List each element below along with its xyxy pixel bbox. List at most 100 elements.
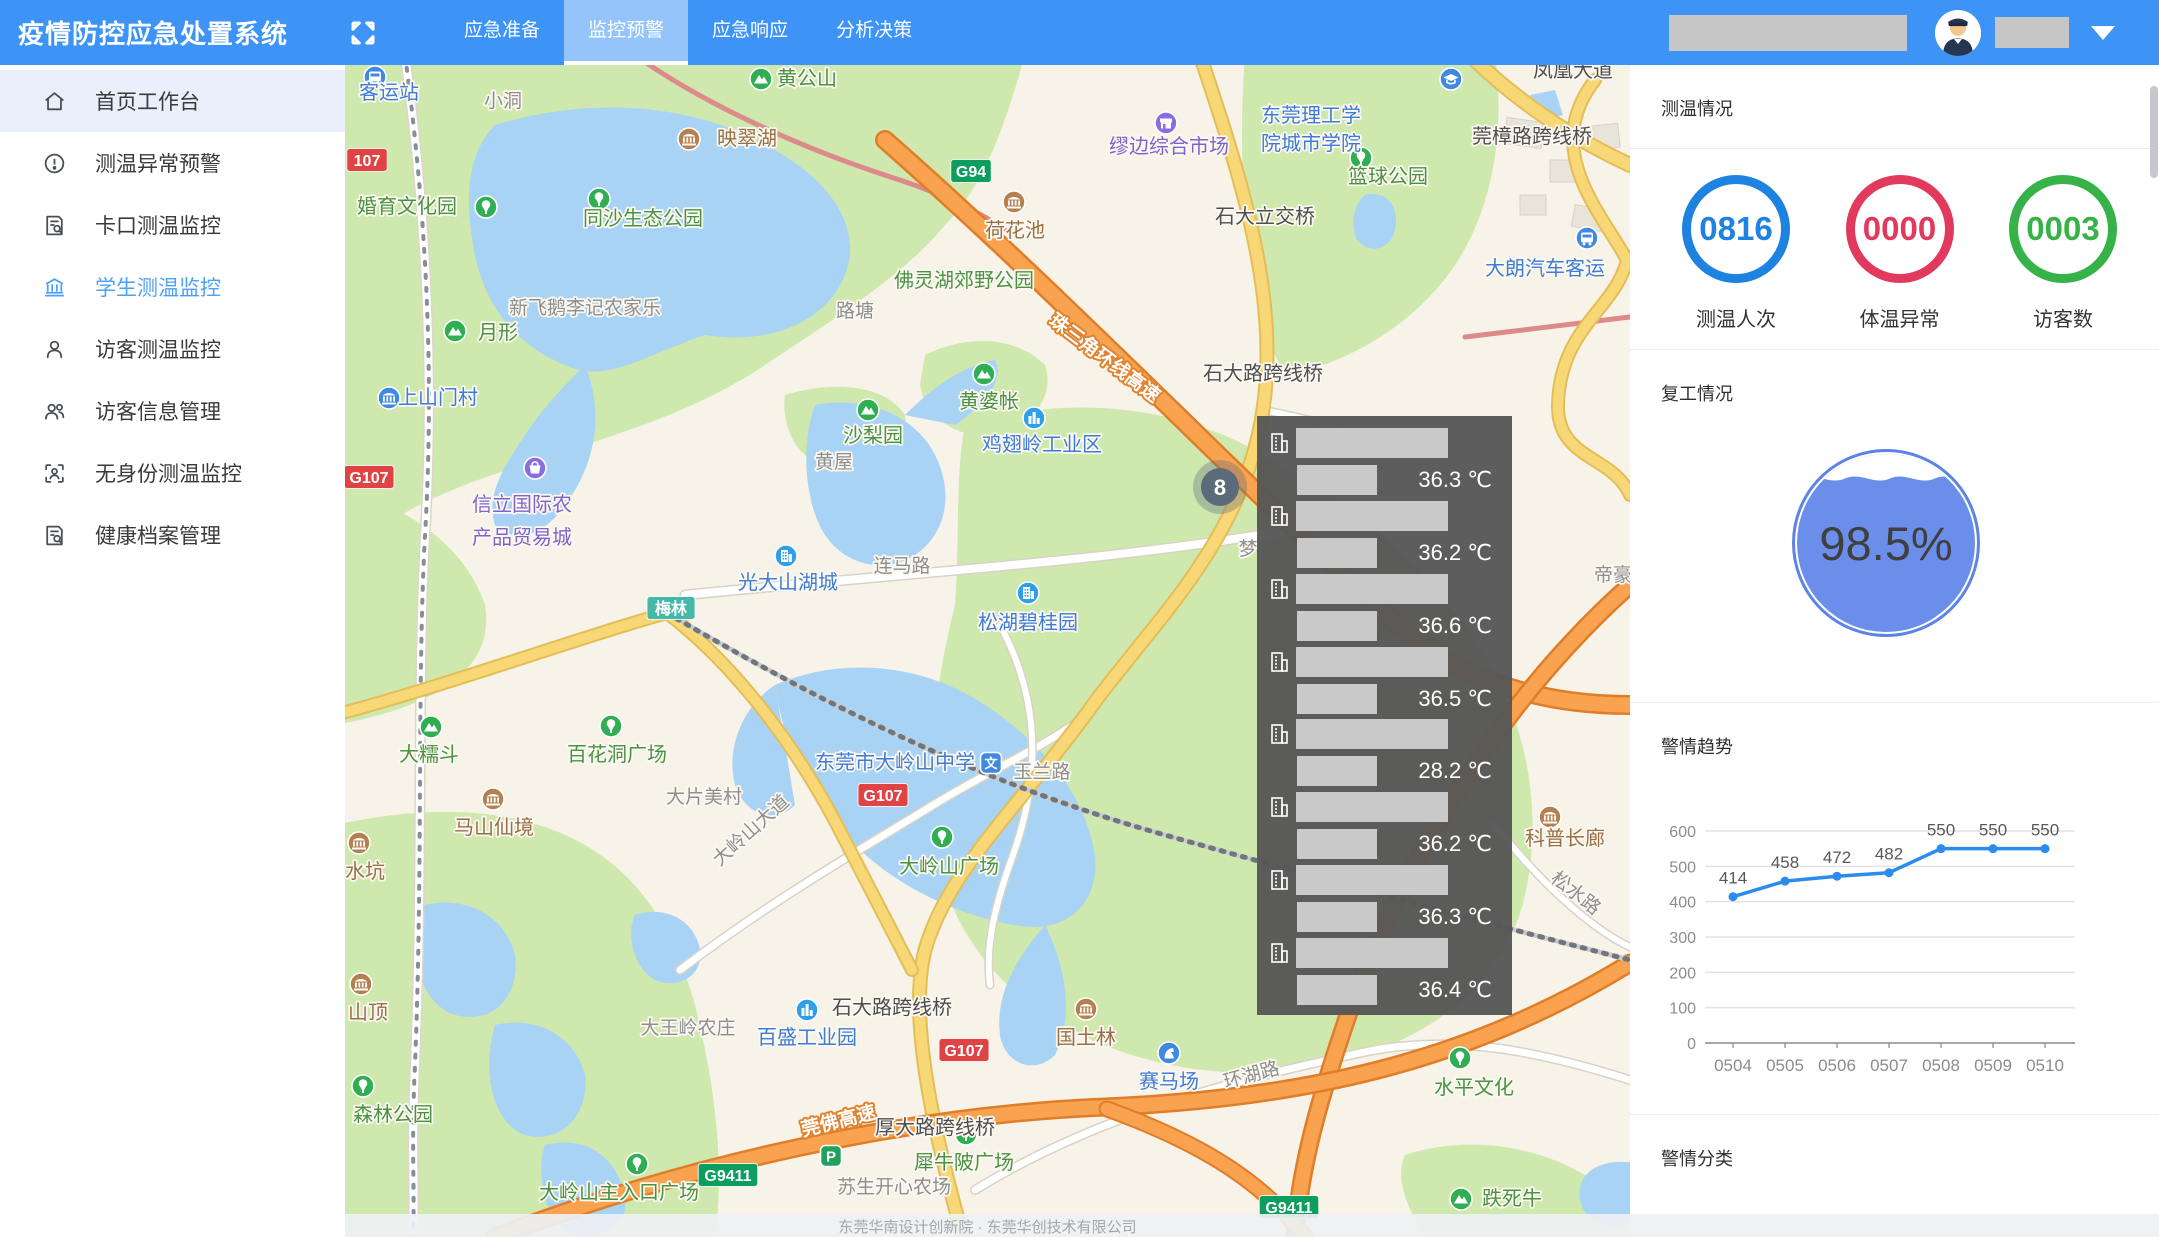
sidebar-item-label: 首页工作台 <box>95 86 200 116</box>
temperature-tooltip: 36.3 ℃36.2 ℃36.6 ℃36.5 ℃28.2 ℃36.2 ℃36.3… <box>1257 416 1512 1015</box>
cap-map-icon <box>1440 68 1462 90</box>
redacted-name-bar <box>1296 938 1448 968</box>
svg-text:G107: G107 <box>944 1043 983 1060</box>
svg-text:梅林: 梅林 <box>655 599 687 618</box>
svg-text:482: 482 <box>1875 845 1903 864</box>
tooltip-row: 36.6 ℃ <box>1269 574 1500 641</box>
footer: 东莞华南设计创新院 · 东莞华创技术有限公司 <box>345 1214 2159 1237</box>
map-label: 同沙生态公园 <box>583 207 703 230</box>
bank-map-icon <box>378 387 400 409</box>
svg-text:458: 458 <box>1771 853 1799 872</box>
map-label: 荷花池 <box>985 219 1045 242</box>
map-label: 大糯斗 <box>399 743 459 766</box>
svg-text:0510: 0510 <box>2026 1056 2064 1075</box>
redacted-value-bar <box>1297 975 1377 1005</box>
map-label: 东莞市大岭山中学 <box>815 751 975 774</box>
building-icon <box>1269 504 1290 528</box>
cluster-marker[interactable]: 8 <box>1193 460 1247 514</box>
redacted-value-bar <box>1297 684 1377 714</box>
mtn-map-icon <box>444 320 466 342</box>
tooltip-row: 36.5 ℃ <box>1269 647 1500 714</box>
temperature-value: 36.2 ℃ <box>1418 540 1500 566</box>
user-dropdown-caret-icon[interactable] <box>2091 26 2115 40</box>
wen-map-icon <box>981 753 1002 774</box>
map-label: 光大山湖城 <box>738 571 838 594</box>
map-label: 大片美村 <box>666 786 742 808</box>
temperature-value: 28.2 ℃ <box>1418 758 1500 784</box>
fact-map-icon <box>796 999 818 1021</box>
sidebar-item-label: 无身份测温监控 <box>95 458 242 488</box>
svg-text:0509: 0509 <box>1974 1056 2012 1075</box>
map-label: 犀牛陂广场 <box>914 1151 1014 1174</box>
build-map-icon <box>1017 582 1039 604</box>
sidebar-item-home[interactable]: 首页工作台 <box>0 70 345 132</box>
app-window: 疫情防控应急处置系统 应急准备 监控预警 应急响应 分析决策 <box>0 0 2159 1237</box>
map-label: 佛灵湖郊野公园 <box>894 269 1034 292</box>
svg-text:472: 472 <box>1823 848 1851 867</box>
scrollbar-thumb[interactable] <box>2150 86 2158 178</box>
map-label: 凤凰大道 <box>1533 65 1613 82</box>
menu-item-analysis-decision[interactable]: 分析决策 <box>812 0 936 65</box>
temperature-value: 36.5 ℃ <box>1418 686 1500 712</box>
sidebar-item-visitor-monitor[interactable]: 访客测温监控 <box>0 318 345 380</box>
svg-text:100: 100 <box>1669 1001 1696 1018</box>
temp-status-section: 测温情况 0816测温人次0000体温异常0003访客数 <box>1630 65 2159 350</box>
map-area[interactable]: 文 P <box>345 65 1630 1237</box>
sidebar-item-student-monitor[interactable]: 学生测温监控 <box>0 256 345 318</box>
mtn-map-icon <box>1450 1188 1472 1210</box>
svg-text:G107: G107 <box>863 788 902 805</box>
parkP-map-icon <box>821 1146 842 1167</box>
sidebar-item-noid-monitor[interactable]: 无身份测温监控 <box>0 442 345 504</box>
temperature-value: 36.2 ℃ <box>1418 831 1500 857</box>
mtn-map-icon <box>857 399 879 421</box>
building-icon <box>1269 795 1290 819</box>
map-label: 客运站 <box>359 81 419 104</box>
building-icon <box>1269 577 1290 601</box>
map-label: 大岭山广场 <box>899 855 999 878</box>
map-label: 黄屋 <box>815 451 853 473</box>
person-icon <box>42 337 67 362</box>
app-title: 疫情防控应急处置系统 <box>18 14 288 51</box>
search-box-redacted[interactable] <box>1669 15 1907 51</box>
tree-map-icon <box>352 1075 374 1097</box>
tree-map-icon <box>626 1153 648 1175</box>
map-label: 大王岭农庄 <box>640 1017 735 1039</box>
sidebar-item-label: 卡口测温监控 <box>95 210 221 240</box>
sidebar-item-checkpoint-monitor[interactable]: 卡口测温监控 <box>0 194 345 256</box>
document-search-icon <box>42 213 67 238</box>
map-label: 黄公山 <box>777 67 837 90</box>
fullscreen-button[interactable] <box>346 16 380 50</box>
section-title: 测温情况 <box>1630 65 2159 149</box>
sidebar-item-label: 访客测温监控 <box>95 334 221 364</box>
sidebar-item-visitor-info[interactable]: 访客信息管理 <box>0 380 345 442</box>
redacted-value-bar <box>1297 538 1377 568</box>
svg-text:300: 300 <box>1669 930 1696 947</box>
tree-map-icon <box>931 826 953 848</box>
redacted-value-bar <box>1297 465 1377 495</box>
svg-text:0505: 0505 <box>1766 1056 1804 1075</box>
sidebar-item-temp-warning[interactable]: 测温异常预警 <box>0 132 345 194</box>
bank-map-icon <box>1003 191 1025 213</box>
map-label: 石大路跨线桥 <box>1203 362 1323 385</box>
sidebar-item-health-archive[interactable]: 健康档案管理 <box>0 504 345 566</box>
cart-map-icon <box>524 457 546 479</box>
road-badge: G107 <box>858 784 908 807</box>
map-label: 石大立交桥 <box>1215 205 1315 228</box>
avatar[interactable] <box>1935 10 1981 56</box>
menu-item-emergency-response[interactable]: 应急响应 <box>688 0 812 65</box>
redacted-value-bar <box>1297 611 1377 641</box>
alert-category-section: 警情分类 <box>1630 1115 2159 1215</box>
map-label: 路塘 <box>836 300 874 322</box>
temp-stats: 0816测温人次0000体温异常0003访客数 <box>1630 175 2159 332</box>
tree-map-icon <box>600 715 622 737</box>
svg-text:8: 8 <box>1214 475 1226 500</box>
building-icon <box>1269 868 1290 892</box>
building-icon <box>1269 431 1290 455</box>
redacted-name-bar <box>1296 501 1448 531</box>
menu-item-monitor-warning[interactable]: 监控预警 <box>564 0 688 65</box>
svg-text:107: 107 <box>354 153 381 170</box>
svg-text:550: 550 <box>2031 821 2059 840</box>
menu-item-emergency-prep[interactable]: 应急准备 <box>440 0 564 65</box>
redacted-name-bar <box>1296 792 1448 822</box>
sidebar: 首页工作台 测温异常预警 卡口测温监控 学生测温监控 访客测温监控 访客信息管理… <box>0 65 345 1237</box>
